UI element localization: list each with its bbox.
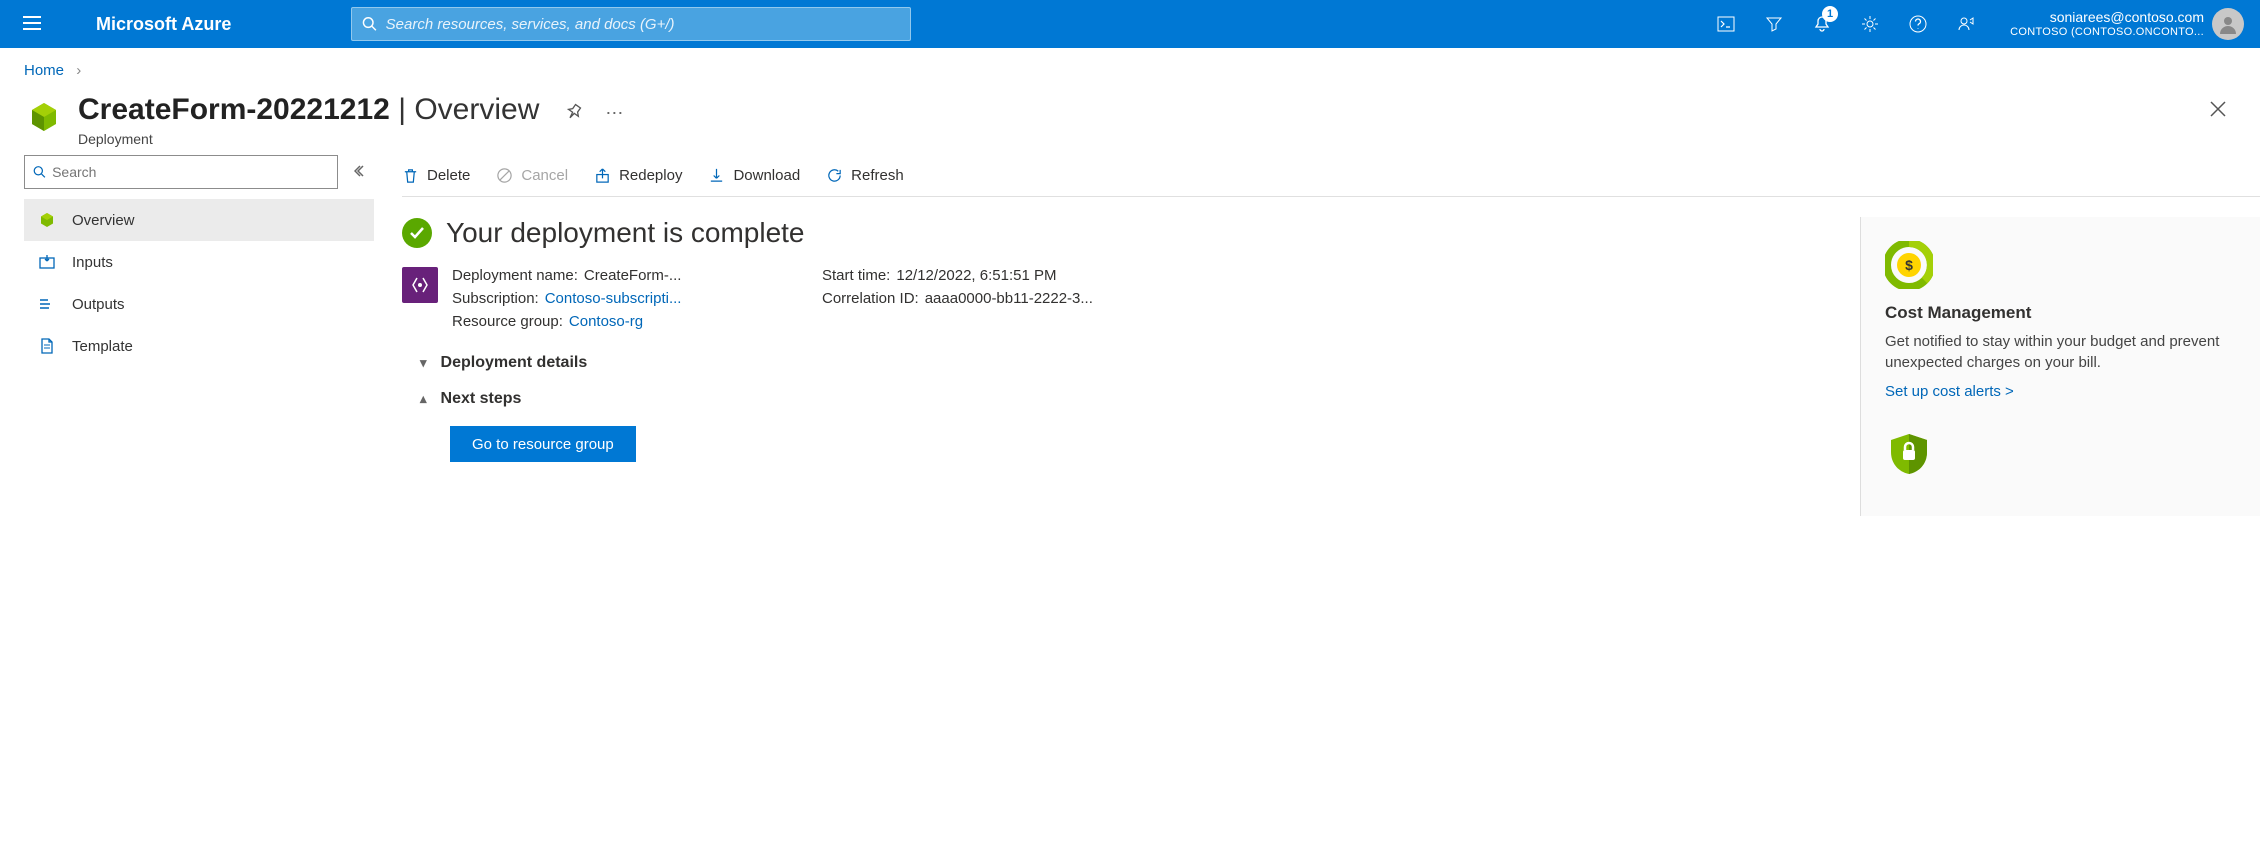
main-panel: Delete Cancel Redeploy Download Refresh bbox=[374, 155, 2260, 516]
title-actions: ⋯ bbox=[565, 103, 623, 124]
breadcrumb-home[interactable]: Home bbox=[24, 62, 64, 79]
global-search-input[interactable] bbox=[386, 16, 901, 33]
sidebar-search[interactable] bbox=[24, 155, 338, 189]
cancel-button: Cancel bbox=[496, 167, 568, 184]
top-bar: Microsoft Azure 1 soniarees@contoso.com … bbox=[0, 0, 2260, 48]
security-shield-icon bbox=[1885, 430, 1933, 478]
expander-deployment-details[interactable]: ▾ Deployment details bbox=[402, 354, 1860, 372]
right-panel: $ Cost Management Get notified to stay w… bbox=[1860, 217, 2260, 516]
page-title: CreateForm-20221212 | Overview bbox=[78, 93, 539, 127]
download-button[interactable]: Download bbox=[708, 167, 800, 184]
refresh-button[interactable]: Refresh bbox=[826, 167, 904, 184]
resource-manager-icon bbox=[402, 267, 438, 303]
account-info[interactable]: soniarees@contoso.com CONTOSO (CONTOSO.O… bbox=[2010, 9, 2204, 39]
chevron-right-icon: › bbox=[76, 62, 81, 79]
kv-start-time: Start time: 12/12/2022, 6:51:51 PM bbox=[822, 267, 1172, 284]
account-directory: CONTOSO (CONTOSO.ONCONTO... bbox=[2010, 26, 2204, 39]
svg-text:$: $ bbox=[1905, 257, 1913, 273]
avatar[interactable] bbox=[2212, 8, 2244, 40]
chevron-up-icon: ▴ bbox=[420, 391, 427, 407]
brand-label[interactable]: Microsoft Azure bbox=[96, 14, 231, 35]
cost-management-icon: $ bbox=[1885, 241, 1933, 289]
settings-icon[interactable] bbox=[1846, 0, 1894, 48]
kv-resource-group: Resource group: Contoso-rg bbox=[452, 313, 802, 330]
sidebar-item-inputs[interactable]: Inputs bbox=[24, 241, 374, 283]
chevron-down-icon: ▾ bbox=[420, 355, 427, 371]
expander-next-steps[interactable]: ▴ Next steps bbox=[402, 390, 1860, 408]
close-icon[interactable] bbox=[2210, 101, 2226, 122]
sidebar-search-row bbox=[24, 155, 374, 189]
filter-icon[interactable] bbox=[1750, 0, 1798, 48]
sidebar-nav: Overview Inputs Outputs Template bbox=[24, 199, 374, 367]
notifications-icon[interactable]: 1 bbox=[1798, 0, 1846, 48]
sidebar: Overview Inputs Outputs Template bbox=[24, 155, 374, 516]
cloud-shell-icon[interactable] bbox=[1702, 0, 1750, 48]
global-search[interactable] bbox=[351, 7, 911, 41]
hamburger-menu[interactable] bbox=[8, 16, 56, 33]
title-text: CreateForm-20221212 | Overview Deploymen… bbox=[78, 93, 539, 147]
sidebar-item-outputs[interactable]: Outputs bbox=[24, 283, 374, 325]
kv-deployment-name: Deployment name: CreateForm-... bbox=[452, 267, 802, 284]
page-subtitle: Deployment bbox=[78, 131, 539, 147]
redeploy-button[interactable]: Redeploy bbox=[594, 167, 682, 184]
search-icon bbox=[33, 165, 46, 179]
success-check-icon bbox=[402, 218, 432, 248]
help-icon[interactable] bbox=[1894, 0, 1942, 48]
cost-management-title: Cost Management bbox=[1885, 303, 2236, 323]
template-icon bbox=[36, 337, 58, 355]
kv-correlation-id: Correlation ID: aaaa0000-bb11-2222-3... bbox=[822, 290, 1172, 307]
outputs-icon bbox=[36, 295, 58, 313]
sidebar-item-label: Template bbox=[72, 338, 133, 355]
notifications-badge: 1 bbox=[1822, 6, 1838, 22]
sidebar-item-template[interactable]: Template bbox=[24, 325, 374, 367]
sidebar-item-label: Overview bbox=[72, 212, 135, 229]
sidebar-item-label: Inputs bbox=[72, 254, 113, 271]
kv-subscription: Subscription: Contoso-subscripti... bbox=[452, 290, 802, 307]
deployment-status: Your deployment is complete bbox=[402, 217, 1860, 249]
deployment-icon bbox=[24, 97, 64, 137]
kv-columns: Deployment name: CreateForm-... Subscrip… bbox=[452, 267, 1172, 336]
inputs-icon bbox=[36, 253, 58, 271]
delete-button[interactable]: Delete bbox=[402, 167, 470, 184]
sidebar-item-overview[interactable]: Overview bbox=[24, 199, 374, 241]
go-to-resource-group-button[interactable]: Go to resource group bbox=[450, 426, 636, 462]
deployment-details: Deployment name: CreateForm-... Subscrip… bbox=[402, 267, 1860, 336]
title-bar: CreateForm-20221212 | Overview Deploymen… bbox=[0, 79, 2260, 155]
account-email: soniarees@contoso.com bbox=[2010, 9, 2204, 26]
toolbar: Delete Cancel Redeploy Download Refresh bbox=[402, 155, 2260, 197]
search-icon bbox=[362, 16, 377, 32]
sidebar-search-input[interactable] bbox=[52, 164, 329, 180]
collapse-sidebar-icon[interactable] bbox=[348, 158, 374, 187]
pin-icon[interactable] bbox=[565, 103, 583, 124]
sidebar-item-label: Outputs bbox=[72, 296, 125, 313]
body: Overview Inputs Outputs Template bbox=[0, 155, 2260, 516]
feedback-icon[interactable] bbox=[1942, 0, 1990, 48]
cube-icon bbox=[36, 211, 58, 229]
cost-management-text: Get notified to stay within your budget … bbox=[1885, 331, 2236, 373]
cost-alerts-link[interactable]: Set up cost alerts > bbox=[1885, 383, 2014, 400]
more-icon[interactable]: ⋯ bbox=[605, 103, 623, 124]
breadcrumb: Home › bbox=[0, 48, 2260, 79]
status-heading: Your deployment is complete bbox=[446, 217, 805, 249]
top-icons: 1 soniarees@contoso.com CONTOSO (CONTOSO… bbox=[1702, 0, 2252, 48]
